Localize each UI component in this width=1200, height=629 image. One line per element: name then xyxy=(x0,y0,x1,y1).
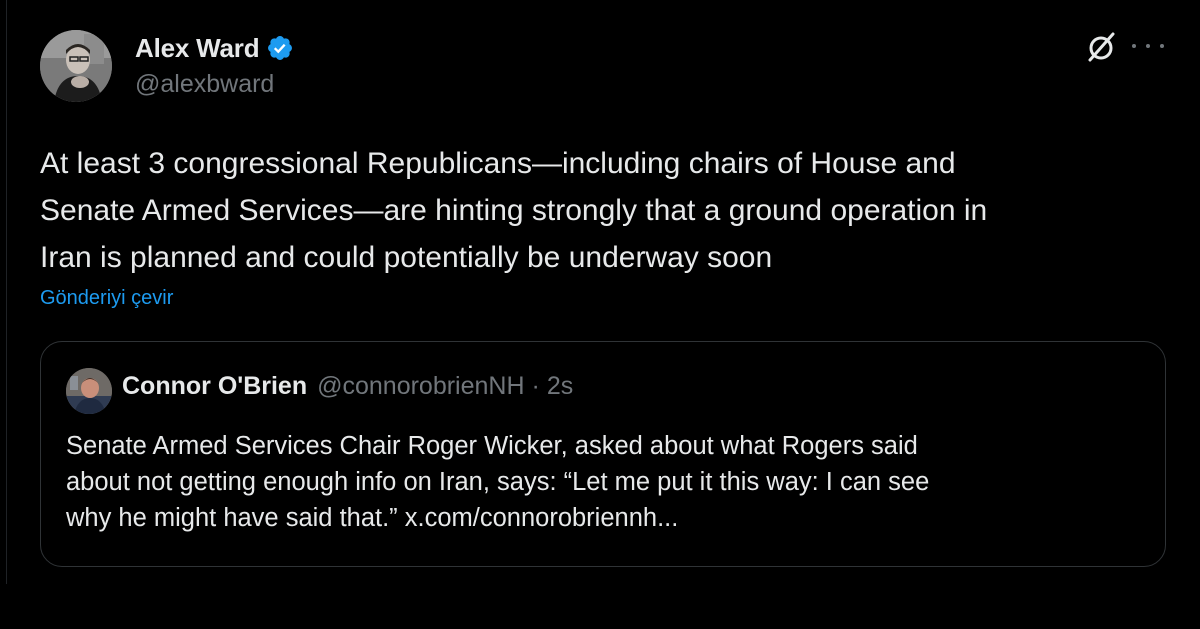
quoted-author-handle[interactable]: @connorobrienNH xyxy=(317,372,524,401)
tweet-text-line: Iran is planned and could potentially be… xyxy=(40,241,773,274)
tweet-text-line: At least 3 congressional Republicans—inc… xyxy=(40,147,956,180)
tweet-text: At least 3 congressional Republicans—inc… xyxy=(40,140,1160,281)
more-dot xyxy=(1132,44,1136,48)
tweet-text-line: Senate Armed Services—are hinting strong… xyxy=(40,194,988,227)
quoted-text-line: why he might have said that.” x.com/conn… xyxy=(66,504,679,532)
quoted-author-avatar[interactable] xyxy=(66,368,112,414)
tweet: Alex Ward @alexbward At least 3 congress… xyxy=(0,0,1200,629)
quoted-tweet-text: Senate Armed Services Chair Roger Wicker… xyxy=(66,428,1136,536)
quoted-text-line: about not getting enough info on Iran, s… xyxy=(66,468,930,496)
grok-icon[interactable] xyxy=(1084,30,1118,64)
author-name[interactable]: Alex Ward xyxy=(135,33,260,64)
verified-badge-icon[interactable] xyxy=(266,34,294,62)
more-options-icon[interactable] xyxy=(1132,36,1164,56)
quoted-timestamp[interactable]: 2s xyxy=(547,372,573,401)
translate-post-link[interactable]: Gönderiyi çevir xyxy=(40,287,173,310)
thread-divider xyxy=(6,0,7,584)
author-avatar[interactable] xyxy=(40,30,112,102)
quoted-tweet-card[interactable]: Connor O'Brien @connorobrienNH · 2s Sena… xyxy=(40,341,1166,567)
author-name-row: Alex Ward xyxy=(135,30,294,66)
more-dot xyxy=(1146,44,1150,48)
more-dot xyxy=(1160,44,1164,48)
header-separator: · xyxy=(531,372,540,400)
quoted-text-line: Senate Armed Services Chair Roger Wicker… xyxy=(66,432,918,460)
author-handle[interactable]: @alexbward xyxy=(135,70,274,99)
quoted-tweet-header: Connor O'Brien @connorobrienNH · 2s xyxy=(122,372,573,401)
quoted-author-name[interactable]: Connor O'Brien xyxy=(122,372,307,401)
